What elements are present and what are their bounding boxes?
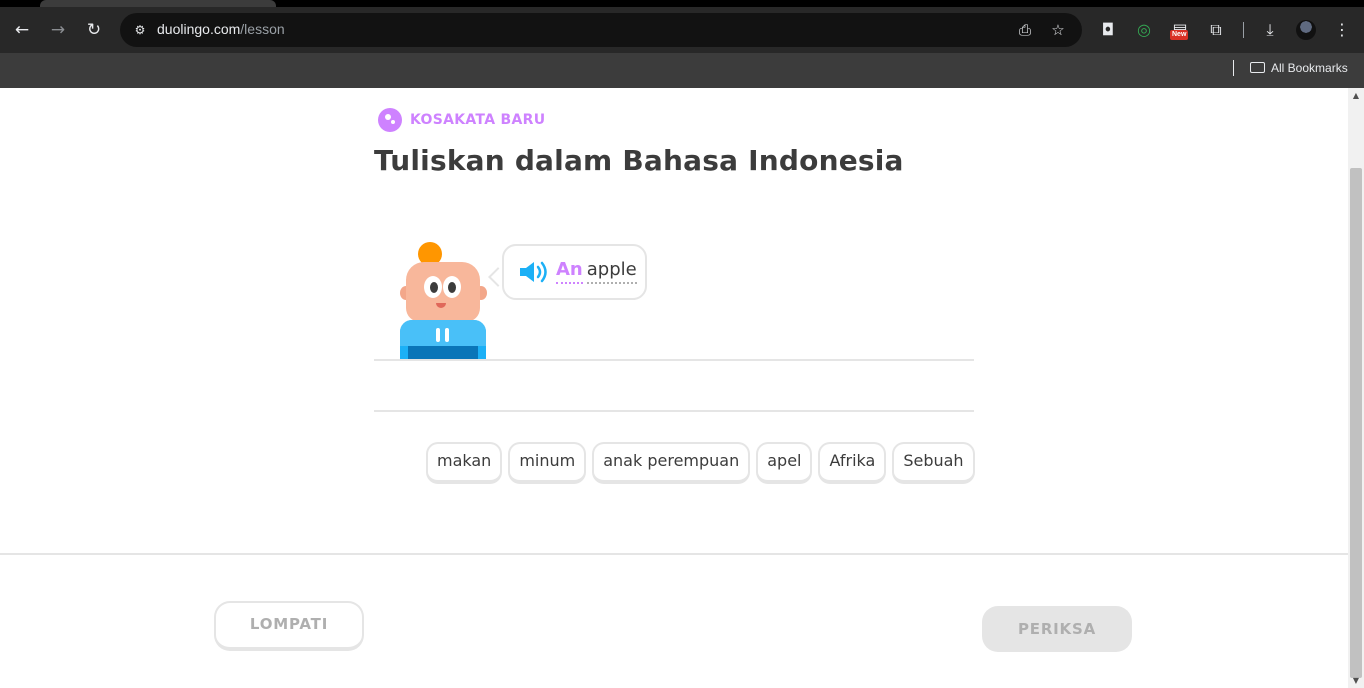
character-strap-right — [445, 328, 449, 342]
lesson-page: KOSAKATA BARU Tuliskan dalam Bahasa Indo… — [0, 88, 1348, 688]
character-pupil-left — [430, 282, 438, 293]
browser-toolbar: ← → ↻ ⚙ duolingo.com/lesson ⎙ ☆ ◘ ◎ ▤New… — [0, 7, 1364, 53]
word-chip-minum[interactable]: minum — [508, 442, 587, 484]
bookmarks-bar: All Bookmarks — [0, 53, 1364, 88]
install-app-icon[interactable]: ⎙ — [1014, 19, 1036, 41]
character-illustration — [396, 242, 492, 360]
bookmarks-divider — [1233, 60, 1234, 76]
word-chip-makan[interactable]: makan — [426, 442, 503, 484]
new-word-badge: KOSAKATA BARU — [378, 108, 545, 132]
download-icon[interactable]: ⤓ — [1258, 18, 1282, 42]
character-eye-right — [443, 276, 461, 298]
new-extension-icon[interactable]: ▤New — [1168, 18, 1192, 42]
new-badge: New — [1170, 30, 1189, 40]
character-strap-left — [436, 328, 440, 342]
puzzle-extensions-icon[interactable]: ⧉ — [1204, 18, 1228, 42]
character-eye-left — [424, 276, 442, 298]
word-chip-sebuah[interactable]: Sebuah — [892, 442, 975, 484]
character-pupil-right — [448, 282, 456, 293]
skip-button[interactable]: LOMPATI — [214, 601, 364, 651]
scrollbar-thumb[interactable] — [1350, 168, 1362, 678]
answer-line-2 — [374, 410, 974, 412]
speaker-icon[interactable] — [518, 260, 548, 284]
address-bar[interactable]: ⚙ duolingo.com/lesson ⎙ ☆ — [120, 13, 1082, 47]
camera-extension-icon[interactable]: ◘ — [1096, 18, 1120, 42]
page-scrollbar[interactable]: ▲ ▼ — [1348, 88, 1364, 688]
bookmark-star-icon[interactable]: ☆ — [1047, 19, 1069, 41]
prompt-sentence: An apple — [556, 259, 637, 284]
scroll-down-icon[interactable]: ▼ — [1351, 676, 1361, 686]
new-word-icon — [378, 108, 402, 132]
site-info-icon[interactable]: ⚙ — [128, 18, 152, 42]
answer-line-1 — [374, 359, 974, 361]
browser-chrome: ← → ↻ ⚙ duolingo.com/lesson ⎙ ☆ ◘ ◎ ▤New… — [0, 0, 1364, 88]
scroll-up-icon[interactable]: ▲ — [1351, 91, 1361, 101]
profile-avatar[interactable] — [1296, 20, 1316, 40]
all-bookmarks-label: All Bookmarks — [1271, 61, 1348, 75]
new-word-label: KOSAKATA BARU — [410, 112, 546, 128]
all-bookmarks-button[interactable]: All Bookmarks — [1250, 58, 1348, 78]
prompt-word-apple[interactable]: apple — [586, 259, 637, 284]
url-domain: duolingo.com — [157, 21, 241, 37]
eye-slash-extension-icon[interactable]: ◎ — [1132, 18, 1156, 42]
prompt-word-an[interactable]: An — [556, 259, 583, 284]
menu-kebab-icon[interactable]: ⋮ — [1330, 18, 1354, 42]
check-button[interactable]: PERIKSA — [982, 606, 1132, 652]
character-shirt — [400, 320, 486, 346]
url-path: /lesson — [240, 21, 285, 37]
character-pants — [408, 346, 478, 360]
reload-icon[interactable]: ↻ — [82, 18, 106, 42]
challenge-title: Tuliskan dalam Bahasa Indonesia — [374, 144, 904, 177]
url-text[interactable]: duolingo.com/lesson — [157, 21, 285, 37]
speech-bubble: An apple — [502, 244, 647, 300]
active-tab[interactable] — [40, 0, 276, 7]
word-chip-afrika[interactable]: Afrika — [818, 442, 887, 484]
folder-icon — [1250, 62, 1265, 73]
word-chip-anak-perempuan[interactable]: anak perempuan — [592, 442, 751, 484]
word-chip-apel[interactable]: apel — [756, 442, 813, 484]
word-bank: makan minum anak perempuan apel Afrika S… — [426, 442, 975, 484]
tab-strip — [0, 0, 1364, 7]
forward-icon[interactable]: → — [46, 18, 70, 42]
toolbar-divider — [1243, 22, 1244, 38]
lesson-footer: LOMPATI PERIKSA — [0, 553, 1348, 688]
back-icon[interactable]: ← — [10, 18, 34, 42]
